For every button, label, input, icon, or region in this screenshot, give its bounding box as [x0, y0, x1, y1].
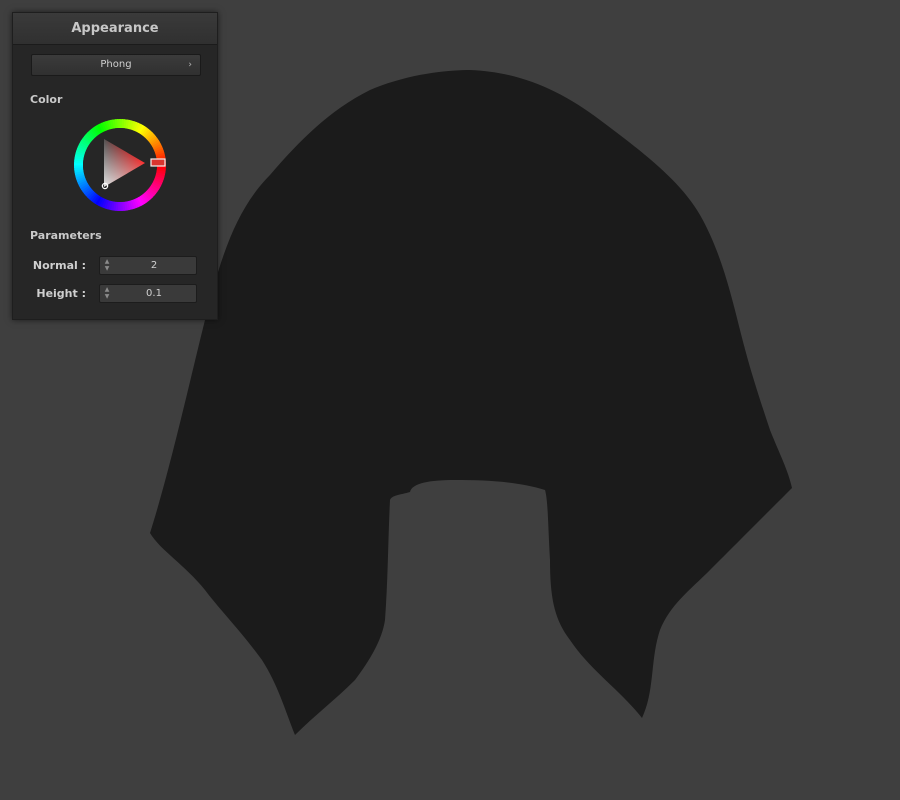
param-row-height: Height : ▲ ▼ 0.1	[13, 284, 217, 304]
param-label-normal: Normal :	[32, 259, 86, 272]
hue-selector-handle[interactable]	[150, 158, 166, 167]
parameters-section-label: Parameters	[30, 229, 102, 242]
height-value[interactable]: 0.1	[112, 285, 196, 302]
height-spinbox[interactable]: ▲ ▼ 0.1	[99, 284, 197, 303]
normal-value[interactable]: 2	[112, 257, 196, 274]
shader-dropdown[interactable]: Phong ›	[31, 54, 201, 76]
shader-selected-label: Phong	[100, 59, 132, 70]
appearance-panel: Appearance Phong › Color Parameters Norm…	[12, 12, 218, 320]
panel-title[interactable]: Appearance	[13, 13, 217, 45]
spin-arrows-icon[interactable]: ▲ ▼	[103, 286, 111, 301]
hood-mesh	[150, 70, 792, 735]
normal-spinbox[interactable]: ▲ ▼ 2	[99, 256, 197, 275]
chevron-right-icon: ›	[188, 60, 192, 70]
param-label-height: Height :	[36, 287, 86, 300]
spin-arrows-icon[interactable]: ▲ ▼	[103, 258, 111, 273]
color-section-label: Color	[30, 93, 63, 106]
color-wheel[interactable]	[74, 119, 166, 211]
param-row-normal: Normal : ▲ ▼ 2	[13, 256, 217, 276]
